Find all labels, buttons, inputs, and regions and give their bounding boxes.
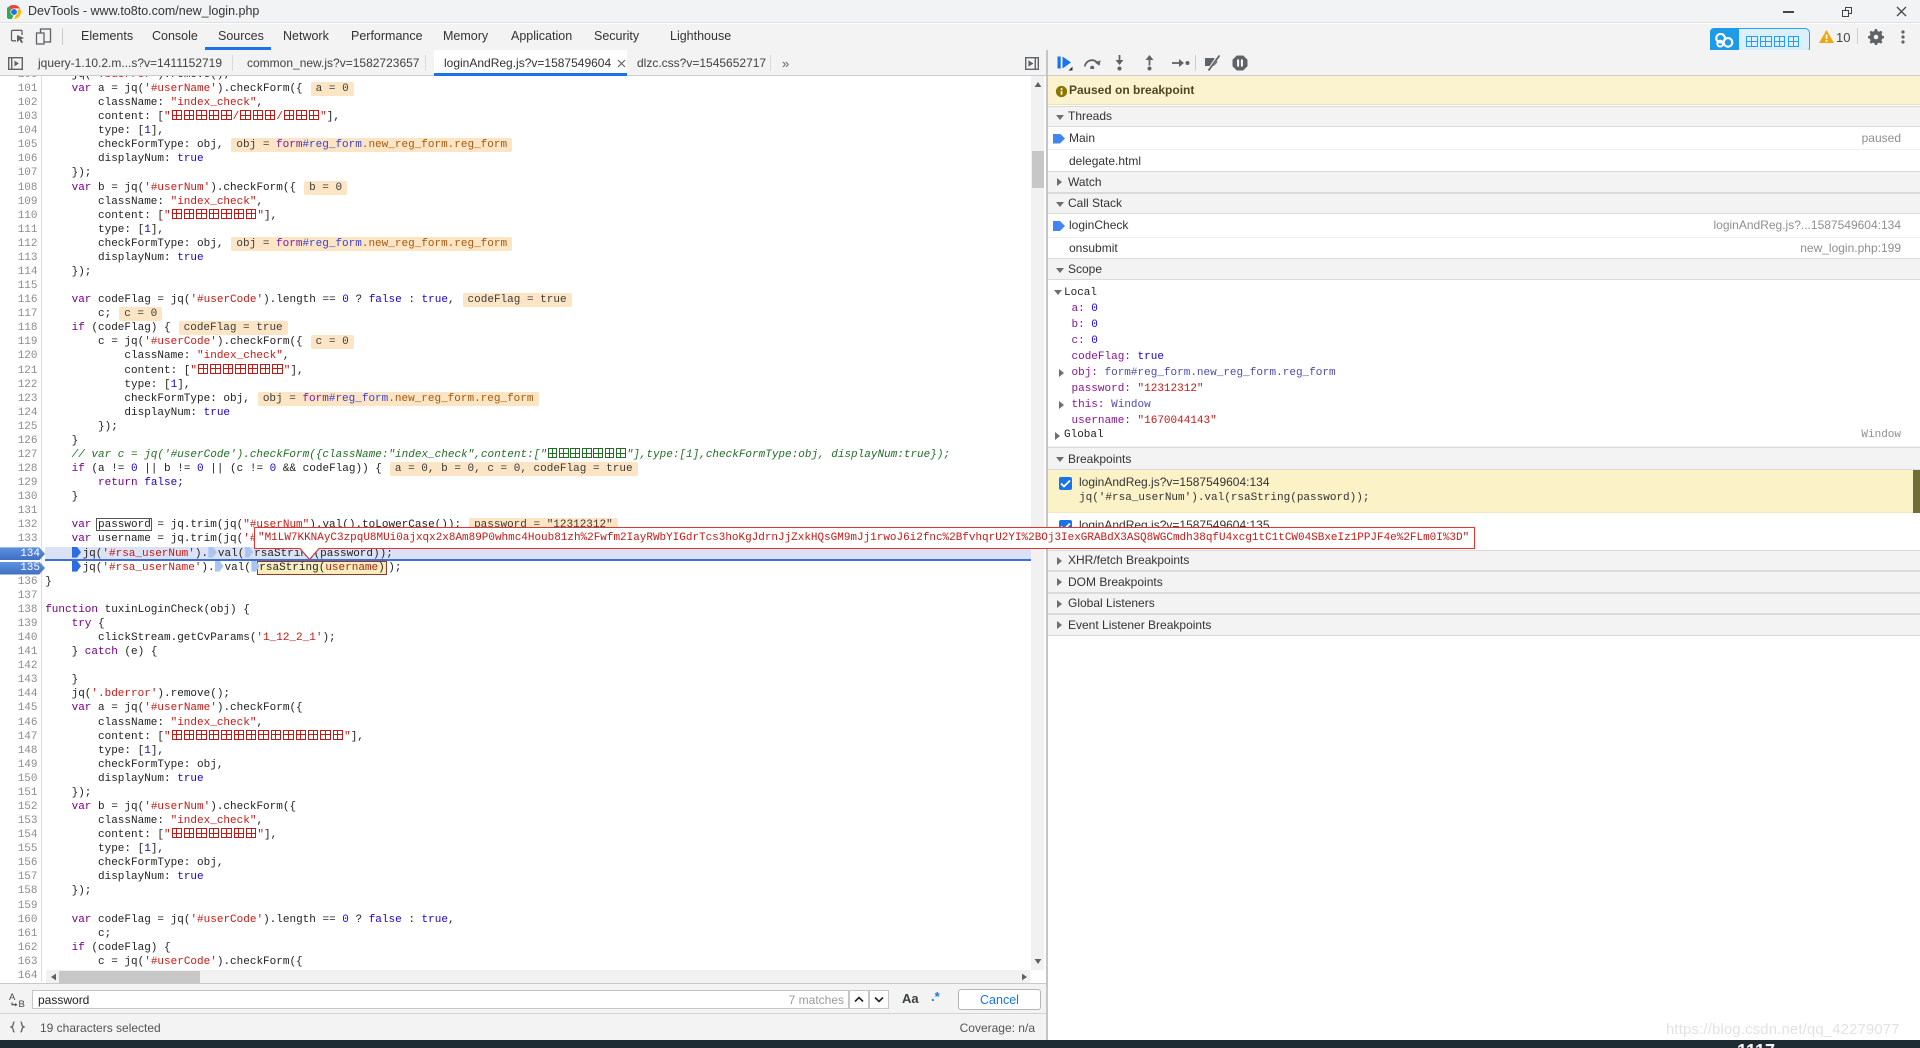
svg-text:B: B (19, 999, 25, 1008)
svg-text:A: A (9, 992, 16, 1003)
